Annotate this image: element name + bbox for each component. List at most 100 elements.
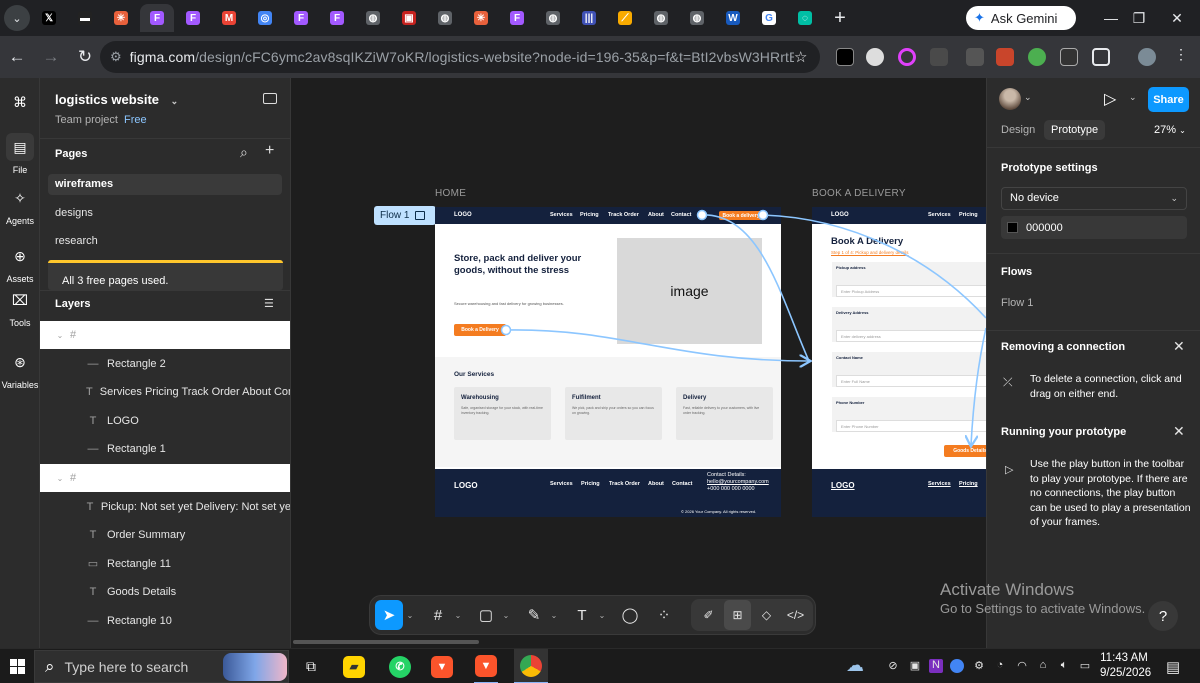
rail-item-assets[interactable]: ⊕ Assets <box>0 242 40 285</box>
draw-mode-icon[interactable]: ✐ <box>695 600 722 630</box>
browser-tab[interactable]: G <box>752 4 786 32</box>
browser-tab[interactable]: M <box>212 4 246 32</box>
whatsapp-app-icon[interactable]: ✆ <box>388 649 412 683</box>
browser-tab[interactable]: ||| <box>572 4 606 32</box>
pen-tool-chevron-down-icon[interactable]: ⌄ <box>547 611 561 620</box>
browser-tab[interactable]: F <box>140 4 174 32</box>
chrome-tray-icon[interactable] <box>950 659 964 673</box>
sticky-notes-app-icon[interactable]: ▰ <box>342 649 366 683</box>
layer-row[interactable]: — Rectangle 2 <box>40 350 290 378</box>
footer-link-track-order[interactable]: Track Order <box>609 481 640 487</box>
reload-icon[interactable]: ↻ <box>68 40 102 74</box>
ask-gemini-button[interactable]: ✦ Ask Gemini <box>966 6 1076 30</box>
brave-app-icon[interactable]: ▼ <box>430 649 454 683</box>
book-footer-services[interactable]: Services <box>928 481 951 487</box>
rail-item-tools[interactable]: ⌧ Tools <box>0 286 40 329</box>
home-nav-services[interactable]: Services <box>550 212 573 218</box>
form-field-input[interactable]: Enter Pickup Address <box>836 285 986 297</box>
frame-label-book[interactable]: BOOK A DELIVERY <box>812 188 906 199</box>
layer-row[interactable]: T Order Summary <box>40 521 290 549</box>
home-nav-contact[interactable]: Contact <box>671 212 691 218</box>
tab-prototype[interactable]: Prototype <box>1044 120 1106 140</box>
frame-tool-chevron-down-icon[interactable]: ⌄ <box>451 611 465 620</box>
browser-tab[interactable]: ✳ <box>104 4 138 32</box>
color-swatch[interactable] <box>1007 222 1018 233</box>
close-icon[interactable]: ✕ <box>1173 423 1185 440</box>
background-color-value[interactable]: 000000 <box>1026 222 1063 234</box>
taskbar-clock[interactable]: 11:43 AM 9/25/2026 <box>1100 651 1151 681</box>
flow-start-badge[interactable]: Flow 1 <box>374 206 436 225</box>
sidebar-toggle-icon[interactable] <box>263 93 277 104</box>
layer-row[interactable]: — Rectangle 1 <box>40 435 290 463</box>
dev-mode-icon[interactable]: </> <box>782 600 809 630</box>
hero-book-delivery-button[interactable]: Book a Delivery <box>454 324 506 336</box>
url-text[interactable]: figma.com/design/cFC6ymc2av8sqIKZiW7oKR/… <box>130 49 794 65</box>
search-icon[interactable]: ⌕ <box>240 144 248 161</box>
bookmark-star-icon[interactable]: ☆ <box>794 48 820 66</box>
design-canvas[interactable]: HOME BOOK A DELIVERY Flow 1 LOGO Service… <box>291 78 986 648</box>
extension-icon[interactable] <box>1028 48 1046 66</box>
settings-icon[interactable]: ⚙ <box>972 659 986 673</box>
browser-tab[interactable]: F <box>284 4 318 32</box>
photos-icon[interactable]: ▣ <box>908 659 922 673</box>
shape-tool-icon[interactable]: ▢ <box>473 600 499 630</box>
rail-item-file[interactable]: ▤ File <box>0 133 40 175</box>
form-field-input[interactable]: Enter Phone Number <box>836 420 986 432</box>
frame-tool-icon[interactable]: # <box>425 600 451 630</box>
plan-badge[interactable]: Free <box>124 114 147 126</box>
browser-tab[interactable]: 𝕏 <box>32 4 66 32</box>
browser-tab[interactable]: ◍ <box>680 4 714 32</box>
help-button[interactable]: ? <box>1148 601 1178 631</box>
browser-tab[interactable]: ◍ <box>428 4 462 32</box>
design-mode-icon[interactable]: ⊞ <box>724 600 751 630</box>
extension-icon[interactable] <box>836 48 854 66</box>
notifications-icon[interactable]: ▤ <box>1166 658 1180 676</box>
wifi-icon[interactable]: ◠ <box>1015 659 1029 673</box>
book-delivery-frame[interactable]: LOGO Services Pricing Book A Delivery St… <box>812 207 986 517</box>
home-frame[interactable]: LOGO Services Pricing Track Order About Cont… <box>435 207 781 517</box>
volume-icon[interactable]: 🔈︎ <box>1057 659 1071 673</box>
text-tool-icon[interactable]: T <box>569 600 595 630</box>
nav-book-delivery-button[interactable]: Book a delivery <box>719 211 763 220</box>
extension-icon[interactable] <box>1060 48 1078 66</box>
device-icon[interactable]: ⌂ <box>1036 659 1050 673</box>
share-button[interactable]: Share <box>1148 87 1189 112</box>
profile-avatar[interactable] <box>1138 48 1156 66</box>
pen-tool-icon[interactable]: ✎ <box>521 600 547 630</box>
footer-link-services[interactable]: Services <box>550 481 573 487</box>
page-item-wireframes[interactable]: wireframes <box>48 174 282 195</box>
comment-tool-icon[interactable]: ◯ <box>617 600 643 630</box>
home-nav-pricing[interactable]: Pricing <box>580 212 599 218</box>
book-nav-pricing[interactable]: Pricing <box>959 212 978 218</box>
browser-tab[interactable]: ⟋ <box>608 4 642 32</box>
book-step-link[interactable]: Step 1 of 4: Pickup and delivery details <box>831 250 909 255</box>
collapse-layers-icon[interactable]: ☰ <box>264 297 274 310</box>
browser-tab[interactable]: ◍ <box>356 4 390 32</box>
extension-icon[interactable] <box>898 48 916 66</box>
play-flow-icon[interactable] <box>415 211 426 220</box>
browser-tab[interactable]: ◍ <box>536 4 570 32</box>
browser-tab[interactable]: ◌ <box>788 4 822 32</box>
new-tab-button[interactable]: + <box>826 4 854 32</box>
browser-menu-icon[interactable]: ⋮ <box>1172 46 1190 64</box>
avatar[interactable] <box>999 88 1021 110</box>
layer-row[interactable]: T Services Pricing Track Order About Con <box>40 378 290 406</box>
forward-arrow-icon[interactable]: → <box>34 40 68 74</box>
tab-search-chevron-down-icon[interactable]: ⌄ <box>4 5 30 31</box>
move-tool-chevron-down-icon[interactable]: ⌄ <box>403 611 417 620</box>
book-nav-services[interactable]: Services <box>928 212 951 218</box>
zoom-level[interactable]: 27% ⌄ <box>1154 124 1186 136</box>
browser-tab[interactable]: W <box>716 4 750 32</box>
page-item-designs[interactable]: designs <box>48 203 282 224</box>
extensions-puzzle-icon[interactable] <box>1092 48 1110 66</box>
rail-item-menu[interactable]: ⌘ <box>0 88 40 120</box>
play-chevron-down-icon[interactable]: ⌄ <box>1129 92 1137 103</box>
close-icon[interactable]: ✕ <box>1173 338 1185 355</box>
sync-icon[interactable]: ◔ <box>993 659 1007 673</box>
browser-tab[interactable]: ◍ <box>644 4 678 32</box>
add-page-icon[interactable]: + <box>265 142 274 160</box>
layer-row[interactable]: ⌄ # TRACK ORDER <box>40 321 290 349</box>
address-bar[interactable]: ⚙ figma.com/design/cFC6ymc2av8sqIKZiW7oK… <box>100 41 820 73</box>
frame-label-home[interactable]: HOME <box>435 188 466 199</box>
taskbar-search-input[interactable]: ⌕ Type here to search <box>34 650 289 683</box>
